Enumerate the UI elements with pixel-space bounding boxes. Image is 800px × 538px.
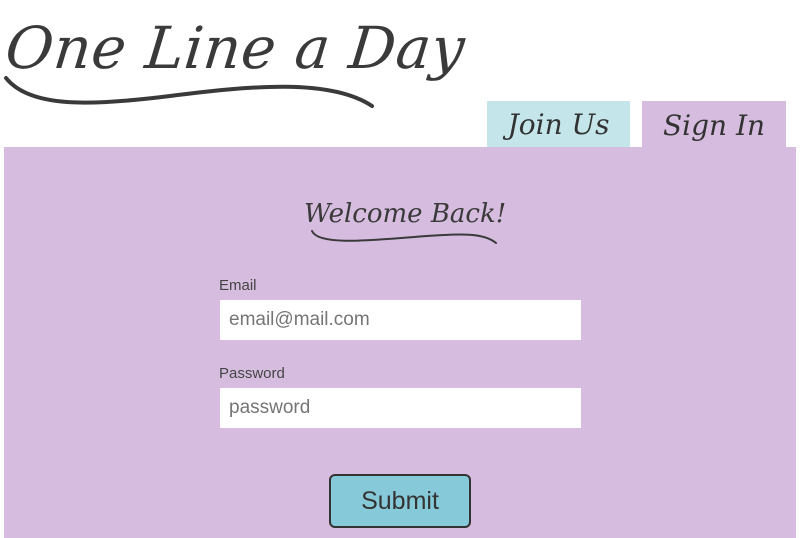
password-field[interactable] [220,388,581,428]
tab-join-us[interactable]: Join Us [487,101,630,147]
welcome-underline-swash [311,230,497,244]
logo-underline-swash [4,76,374,108]
tab-sign-in[interactable]: Sign In [642,101,786,149]
submit-button[interactable]: Submit [329,474,471,528]
welcome-heading: Welcome Back! [304,195,506,251]
site-logo[interactable]: One Line a Day [0,8,468,112]
email-label: Email [219,277,257,294]
sign-in-panel: Welcome Back! Email Password Submit [4,147,796,538]
password-label: Password [219,365,285,382]
tab-join-us-label: Join Us [507,107,610,141]
email-field[interactable] [220,300,581,340]
tab-sign-in-label: Sign In [662,108,766,142]
